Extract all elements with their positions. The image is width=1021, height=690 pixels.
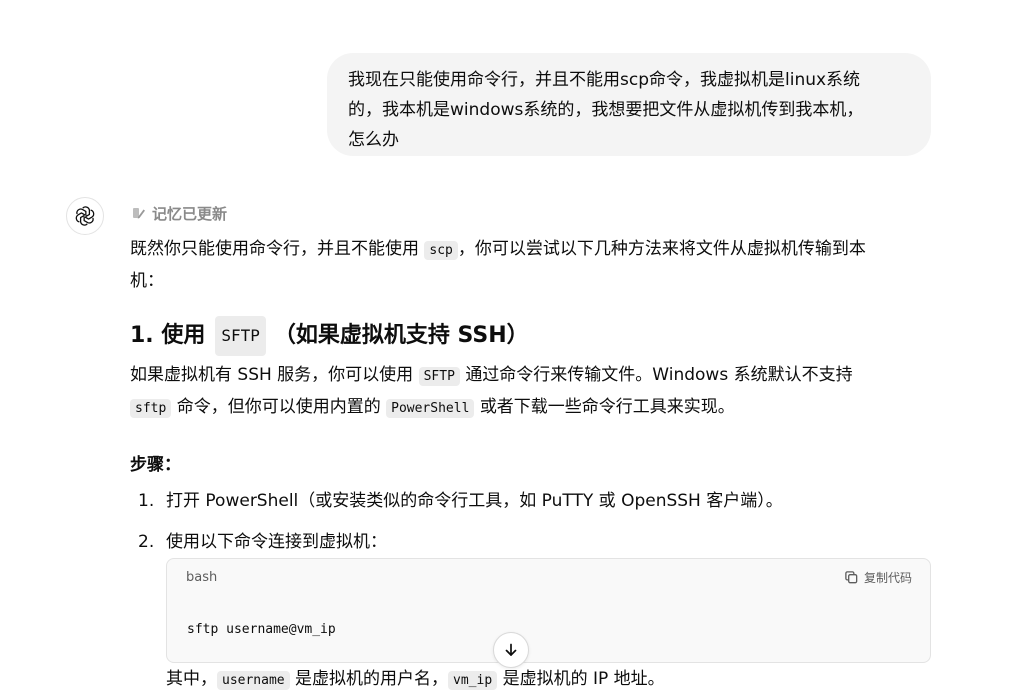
code-block: bash 复制代码 sftp username@vm_ip [166, 558, 931, 663]
para-text: 命令，但你可以使用内置的 [176, 397, 381, 417]
inline-code: PowerShell [386, 399, 475, 418]
intro-text: ，你可以尝试以下几种方法来将文件从虚拟机传输到本 [457, 239, 866, 259]
note-text: 是虚拟机的 IP 地址。 [502, 669, 665, 689]
copy-code-button[interactable]: 复制代码 [844, 569, 912, 586]
copy-code-label: 复制代码 [863, 571, 912, 585]
user-message-bubble: 我现在只能使用命令行，并且不能用scp命令，我虚拟机是linux系统 的，我本机… [327, 53, 931, 156]
step-item: 2. 使用以下命令连接到虚拟机： [138, 527, 387, 557]
memory-updated-indicator[interactable]: 记忆已更新 [131, 201, 227, 225]
note-text: 其中， [166, 669, 217, 689]
description-paragraph: 如果虚拟机有 SSH 服务，你可以使用 SFTP 通过命令行来传输文件。Wind… [130, 360, 920, 424]
step-number: 1. [138, 491, 155, 511]
user-message-line: 我现在只能使用命令行，并且不能用scp命令，我虚拟机是linux系统 [348, 70, 861, 90]
step-text: 打开 PowerShell（或安装类似的命令行工具，如 PuTTY 或 Open… [166, 491, 783, 511]
copy-icon [845, 571, 858, 584]
step-number: 2. [138, 532, 155, 552]
inline-code: vm_ip [448, 671, 498, 690]
openai-logo-icon [75, 206, 95, 226]
note-line: 其中， username 是虚拟机的用户名， vm_ip 是虚拟机的 IP 地址。 [166, 664, 665, 690]
section-heading: 1. 使用 SFTP （如果虚拟机支持 SSH） [130, 316, 920, 356]
note-text: 是虚拟机的用户名， [295, 669, 449, 689]
intro-text: 既然你只能使用命令行，并且不能使用 [130, 239, 419, 259]
step-text: 使用以下命令连接到虚拟机： [166, 532, 387, 552]
para-text: 通过命令行来传输文件。Windows 系统默认不支持 [465, 365, 853, 385]
inline-code: scp [424, 241, 458, 260]
inline-code: sftp [130, 399, 172, 418]
step-item: 1. 打开 PowerShell（或安装类似的命令行工具，如 PuTTY 或 Op… [138, 486, 783, 516]
memory-pencil-icon [133, 208, 145, 219]
para-text: 如果虚拟机有 SSH 服务，你可以使用 [130, 365, 414, 385]
user-message-line: 的，我本机是windows系统的，我想要把文件从虚拟机传到我本机， [348, 100, 864, 120]
memory-label: 记忆已更新 [152, 204, 228, 223]
para-text: 或者下载一些命令行工具来实现。 [479, 397, 735, 417]
user-message-line: 怎么办 [348, 130, 399, 150]
intro-text: 机： [130, 271, 164, 291]
inline-code: SFTP [418, 367, 460, 386]
code-content: sftp username@vm_ip [187, 622, 336, 637]
arrow-down-icon [505, 643, 517, 656]
intro-paragraph: 既然你只能使用命令行，并且不能使用 scp ，你可以尝试以下几种方法来将文件从虚拟… [130, 234, 920, 297]
scroll-to-bottom-button[interactable] [493, 632, 529, 668]
heading-suffix: （如果虚拟机支持 SSH） [273, 323, 529, 348]
inline-code: username [217, 671, 290, 690]
code-language-label: bash [186, 570, 218, 585]
assistant-avatar [66, 197, 104, 235]
heading-code: SFTP [215, 316, 266, 356]
heading-prefix: 1. 使用 [130, 323, 206, 348]
steps-title: 步骤： [130, 455, 181, 475]
